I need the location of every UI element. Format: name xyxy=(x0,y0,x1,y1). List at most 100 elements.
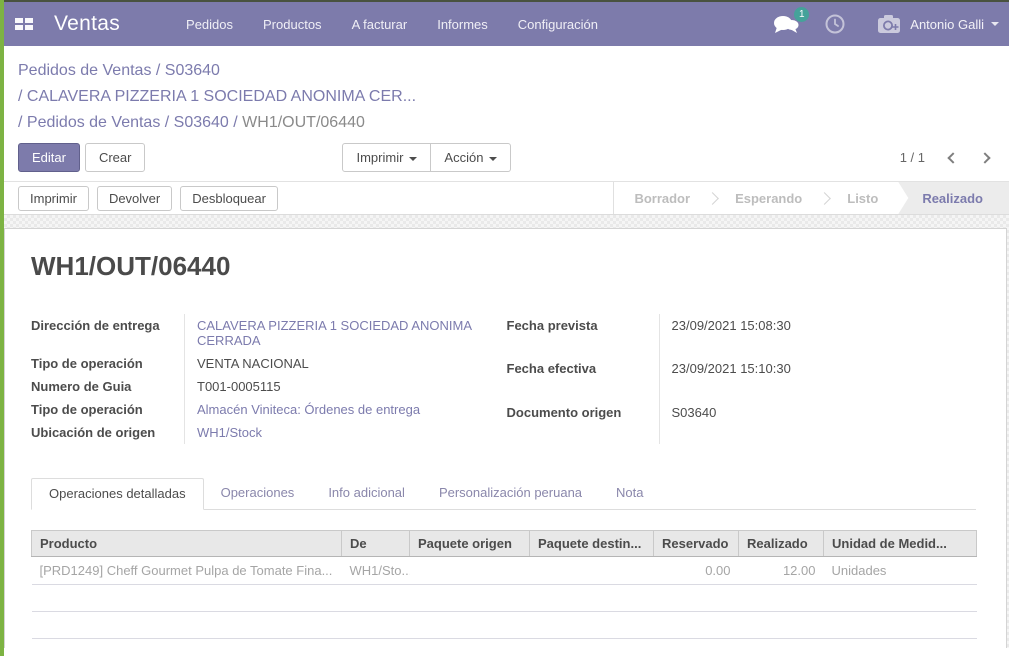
window-top-edge xyxy=(0,0,1009,2)
tab-info-adicional[interactable]: Info adicional xyxy=(311,478,422,509)
field-fecha-prevista: Fecha prevista 23/09/2021 15:08:30 xyxy=(507,314,976,357)
field-ubicacion-origen: Ubicación de origen WH1/Stock xyxy=(31,421,481,444)
breadcrumb-line-1[interactable]: Pedidos de Ventas / S03640 xyxy=(18,62,220,79)
field-label: Dirección de entrega xyxy=(31,314,184,352)
notebook-tabs: Operaciones detalladas Operaciones Info … xyxy=(31,478,976,510)
field-label: Fecha efectiva xyxy=(507,357,659,400)
field-value: 23/09/2021 15:10:30 xyxy=(659,357,976,400)
cell-realizado[interactable]: 12.00 xyxy=(739,557,824,585)
field-label: Ubicación de origen xyxy=(31,421,184,444)
status-step-realizado-active[interactable]: Realizado xyxy=(898,182,1009,214)
tab-operaciones[interactable]: Operaciones xyxy=(204,478,312,509)
cell-paquete-origen[interactable] xyxy=(410,557,530,585)
field-fecha-efectiva: Fecha efectiva 23/09/2021 15:10:30 xyxy=(507,357,976,400)
field-value: T001-0005115 xyxy=(184,375,481,398)
recording-border xyxy=(0,0,4,656)
app-title[interactable]: Ventas xyxy=(54,12,120,36)
table-row[interactable]: [PRD1249] Cheff Gourmet Pulpa de Tomate … xyxy=(32,557,977,585)
breadcrumb-line-2[interactable]: / CALAVERA PIZZERIA 1 SOCIEDAD ANONIMA C… xyxy=(18,88,416,105)
col-producto[interactable]: Producto xyxy=(32,531,342,557)
cell-unidad[interactable]: Unidades xyxy=(824,557,977,585)
menu-pedidos[interactable]: Pedidos xyxy=(186,17,233,32)
field-label: Tipo de operación xyxy=(31,352,184,375)
sheet-background: WH1/OUT/06440 Dirección de entrega CALAV… xyxy=(4,215,1009,648)
tab-personalizacion-peruana[interactable]: Personalización peruana xyxy=(422,478,599,509)
user-menu-caret-icon[interactable] xyxy=(991,22,999,26)
user-avatar-camera-icon[interactable] xyxy=(877,14,902,34)
top-navbar: Ventas Pedidos Productos A facturar Info… xyxy=(4,2,1009,46)
pager-next-icon[interactable] xyxy=(979,152,990,163)
status-step-esperando[interactable]: Esperando xyxy=(715,182,822,214)
print-guide-button[interactable]: Imprimir xyxy=(18,186,89,211)
menu-informes[interactable]: Informes xyxy=(437,17,488,32)
field-label: Documento origen xyxy=(507,401,659,444)
cell-reservado[interactable]: 0.00 xyxy=(654,557,739,585)
table-filler-row xyxy=(32,585,977,612)
menu-productos[interactable]: Productos xyxy=(263,17,322,32)
print-caret-icon xyxy=(409,157,417,161)
menu-a-facturar[interactable]: A facturar xyxy=(352,17,408,32)
field-groups: Dirección de entrega CALAVERA PIZZERIA 1… xyxy=(31,314,976,444)
field-value-partner-link[interactable]: CALAVERA PIZZERIA 1 SOCIEDAD ANONIMA CER… xyxy=(184,314,481,352)
print-dropdown-button[interactable]: Imprimir xyxy=(342,143,431,172)
field-tipo-operacion: Tipo de operación VENTA NACIONAL xyxy=(31,352,481,375)
field-label: Fecha prevista xyxy=(507,314,659,357)
col-reservado[interactable]: Reservado xyxy=(654,531,739,557)
field-tipo-operacion-almacen: Tipo de operación Almacén Viniteca: Órde… xyxy=(31,398,481,421)
statusbar-buttons: Imprimir Devolver Desbloquear xyxy=(4,182,278,214)
cell-paquete-destino[interactable] xyxy=(530,557,654,585)
field-value: S03640 xyxy=(659,401,976,444)
unlock-button[interactable]: Desbloquear xyxy=(180,186,278,211)
field-group-right: Fecha prevista 23/09/2021 15:08:30 Fecha… xyxy=(507,314,976,444)
field-label: Tipo de operación xyxy=(31,398,184,421)
field-documento-origen: Documento origen S03640 xyxy=(507,401,976,444)
field-numero-guia: Numero de Guia T001-0005115 xyxy=(31,375,481,398)
field-group-left: Dirección de entrega CALAVERA PIZZERIA 1… xyxy=(31,314,481,444)
control-panel: Editar Crear Imprimir Acción 1 / 1 xyxy=(4,136,1009,181)
messages-icon[interactable]: 1 xyxy=(773,14,799,34)
field-direccion-entrega: Dirección de entrega CALAVERA PIZZERIA 1… xyxy=(31,314,481,352)
breadcrumb-line-3-links[interactable]: / Pedidos de Ventas / S03640 / xyxy=(18,114,238,131)
messages-badge: 1 xyxy=(794,7,809,22)
top-menu: Pedidos Productos A facturar Informes Co… xyxy=(186,17,598,32)
tab-nota[interactable]: Nota xyxy=(599,478,660,509)
field-value: VENTA NACIONAL xyxy=(184,352,481,375)
app-window: Ventas Pedidos Productos A facturar Info… xyxy=(0,0,1009,656)
user-menu[interactable]: Antonio Galli xyxy=(910,17,984,32)
col-unidad-medida[interactable]: Unidad de Medid... xyxy=(824,531,977,557)
col-realizado[interactable]: Realizado xyxy=(739,531,824,557)
record-title: WH1/OUT/06440 xyxy=(31,251,976,282)
table-filler-row xyxy=(32,612,977,639)
field-value-location-link[interactable]: WH1/Stock xyxy=(184,421,481,444)
activities-clock-icon[interactable] xyxy=(825,14,845,34)
pager-previous-icon[interactable] xyxy=(947,152,958,163)
field-value: 23/09/2021 15:08:30 xyxy=(659,314,976,357)
apps-grid-icon[interactable] xyxy=(15,18,33,30)
action-caret-icon xyxy=(489,157,497,161)
status-step-listo[interactable]: Listo xyxy=(827,182,898,214)
cell-producto[interactable]: [PRD1249] Cheff Gourmet Pulpa de Tomate … xyxy=(32,557,342,585)
return-button[interactable]: Devolver xyxy=(97,186,172,211)
col-paquete-destino[interactable]: Paquete destin... xyxy=(530,531,654,557)
status-step-borrador[interactable]: Borrador xyxy=(614,182,710,214)
field-value-operation-type-link[interactable]: Almacén Viniteca: Órdenes de entrega xyxy=(184,398,481,421)
topbar-right: 1 Antonio Ga xyxy=(773,14,999,34)
menu-configuracion[interactable]: Configuración xyxy=(518,17,598,32)
print-action-group: Imprimir Acción xyxy=(342,143,511,172)
statusbar: Imprimir Devolver Desbloquear Borrador E… xyxy=(4,181,1009,215)
pager: 1 / 1 xyxy=(900,150,995,165)
field-label: Numero de Guia xyxy=(31,375,184,398)
col-paquete-origen[interactable]: Paquete origen xyxy=(410,531,530,557)
edit-button[interactable]: Editar xyxy=(18,143,80,172)
tab-operaciones-detalladas[interactable]: Operaciones detalladas xyxy=(31,478,204,510)
status-steps: Borrador Esperando Listo Realizado xyxy=(613,182,1009,214)
operations-table: Producto De Paquete origen Paquete desti… xyxy=(31,530,977,639)
pager-value: 1 / 1 xyxy=(900,150,925,165)
table-header-row: Producto De Paquete origen Paquete desti… xyxy=(32,531,977,557)
action-dropdown-button[interactable]: Acción xyxy=(431,143,511,172)
col-de[interactable]: De xyxy=(342,531,410,557)
cell-de[interactable]: WH1/Sto... xyxy=(342,557,410,585)
breadcrumb-current: WH1/OUT/06440 xyxy=(242,114,365,131)
create-button[interactable]: Crear xyxy=(85,143,146,172)
breadcrumb: Pedidos de Ventas / S03640 / CALAVERA PI… xyxy=(4,46,1009,136)
